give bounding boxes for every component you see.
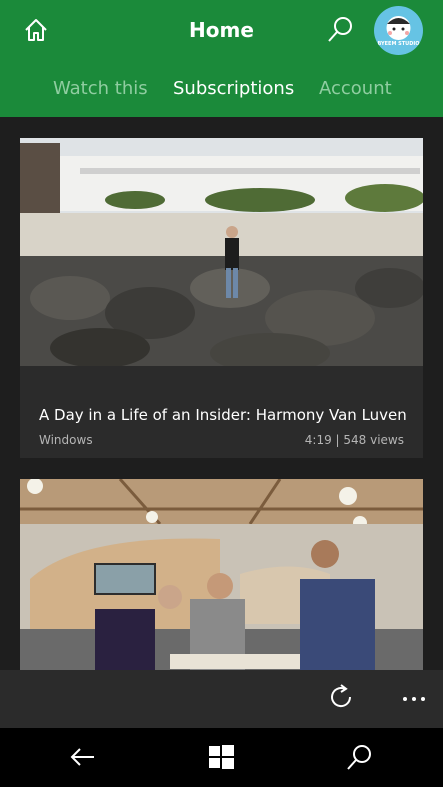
tab-account[interactable]: Account [319, 78, 392, 99]
video-thumbnail[interactable] [20, 479, 423, 670]
system-navigation-bar [0, 728, 443, 787]
avatar-image [386, 16, 411, 40]
video-card[interactable]: A Day in a Life of an Insider: Harmony V… [20, 138, 423, 458]
search-icon[interactable] [325, 15, 355, 45]
video-thumbnail[interactable] [20, 138, 423, 366]
avatar-brand-text: BYEEM STUDIO [377, 41, 420, 47]
video-feed: A Day in a Life of an Insider: Harmony V… [0, 117, 443, 670]
search-icon[interactable] [344, 742, 374, 772]
app-bar [0, 670, 443, 728]
avatar[interactable]: BYEEM STUDIO [374, 6, 423, 55]
video-card[interactable] [20, 479, 423, 670]
video-channel[interactable]: Windows [39, 433, 93, 447]
refresh-icon[interactable] [326, 682, 356, 712]
tab-bar: Watch this Subscriptions Account [0, 78, 443, 106]
video-title[interactable]: A Day in a Life of an Insider: Harmony V… [39, 406, 407, 424]
tab-subscriptions[interactable]: Subscriptions [173, 78, 294, 99]
more-icon[interactable] [399, 684, 429, 714]
windows-start-icon[interactable] [206, 742, 236, 772]
video-duration-views: 4:19 | 548 views [304, 433, 404, 447]
app-header: Home BYEEM STUDIO Watch this Subscriptio… [0, 0, 443, 117]
tab-watch-this[interactable]: Watch this [53, 78, 148, 99]
back-icon[interactable] [68, 742, 98, 772]
